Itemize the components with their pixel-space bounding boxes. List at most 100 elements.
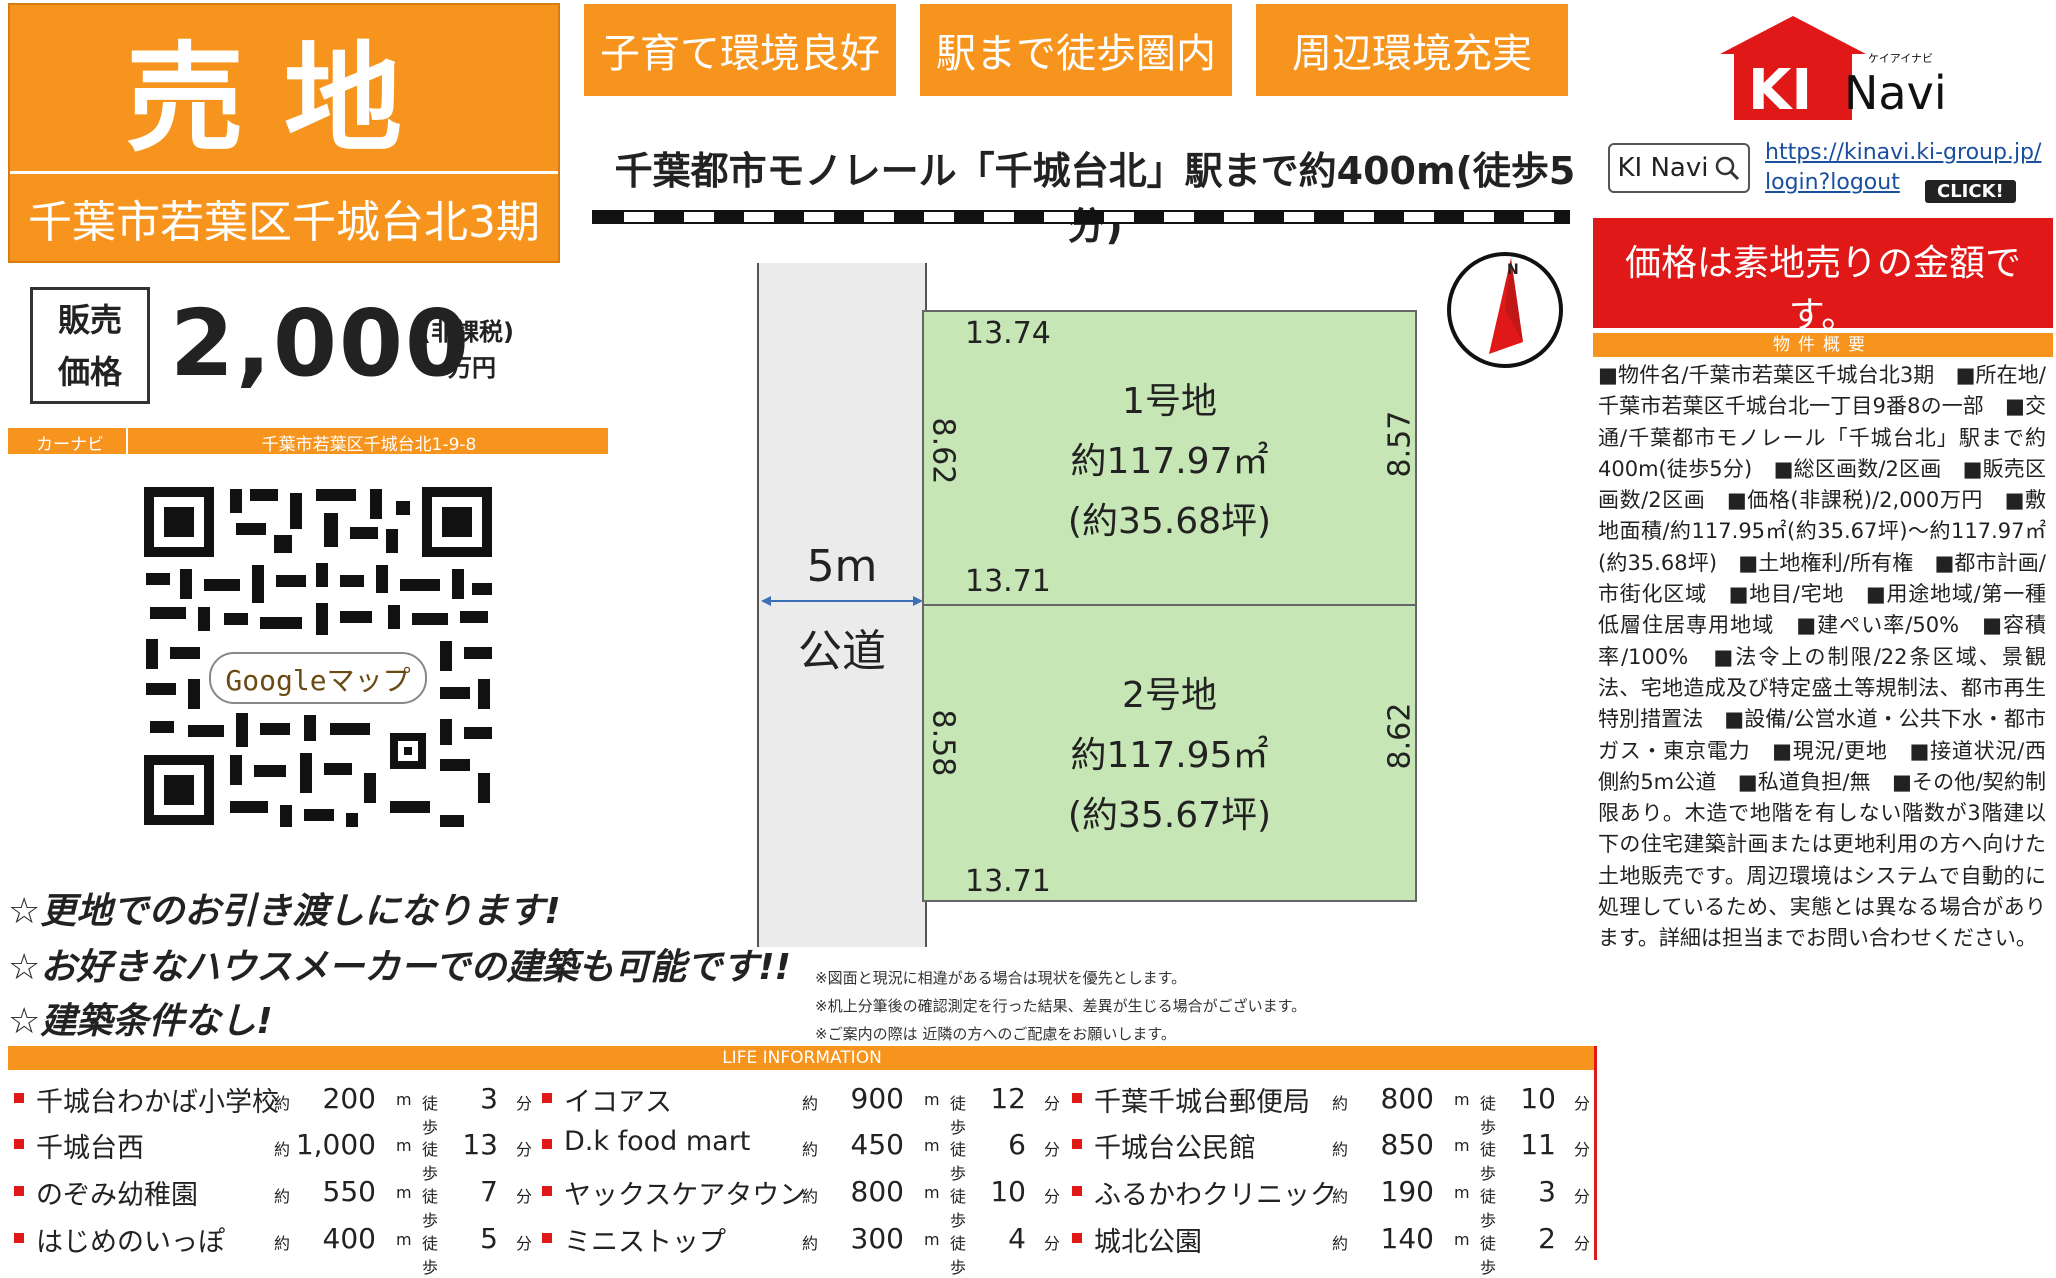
note-no-conditions: ☆建築条件なし!	[8, 1001, 273, 1042]
summary-text: ■物件名/千葉市若葉区千城台北3期 ■所在地/千葉市若葉区千城台北一丁目9番8の…	[1598, 363, 2046, 951]
life-item-distance: 400	[322, 1222, 376, 1255]
carnavi-bar: カーナビ 千葉市若葉区千城台北1-9-8	[8, 428, 608, 455]
disclaimer-3: ※ご案内の際は 近隣の方へのご配慮をお願いします。	[815, 1025, 1176, 1043]
railway-line	[592, 210, 1570, 224]
disclaimer-1: ※図面と現況に相違がある場合は現状を優先とします。	[815, 969, 1187, 987]
google-map-qr-code[interactable]: Googleマップ	[140, 483, 496, 829]
bullet-square-icon	[14, 1093, 24, 1103]
life-item-minute-unit: 分	[1574, 1234, 1591, 1253]
life-item-minutes: 5	[480, 1222, 498, 1255]
plot-1-left-dimension: 8.62	[925, 417, 961, 485]
plot-2-top-dimension: 13.71	[965, 564, 1051, 599]
life-item-walk-label: 徒歩	[1480, 1094, 1497, 1137]
life-item-minute-unit: 分	[1574, 1140, 1591, 1159]
price-label-top: 販売	[57, 300, 122, 339]
life-item-name: 城北公園	[1094, 1227, 1202, 1258]
title-block: 売地 千葉市若葉区千城台北3期	[8, 3, 560, 263]
note-house-maker: ☆お好きなハウスメーカーでの建築も可能です!!	[8, 947, 791, 988]
bullet-square-icon	[1072, 1139, 1082, 1149]
life-information-header: LIFE INFORMATION	[8, 1046, 1596, 1070]
ki-navi-search-button[interactable]: KI Navi	[1608, 143, 1750, 193]
life-item-walk-label: 徒歩	[422, 1094, 439, 1137]
feature-tag-childcare: 子育て環境良好	[584, 4, 896, 96]
life-item-meter-unit: m	[1454, 1230, 1470, 1249]
life-item-approx-label: 約	[802, 1187, 819, 1206]
life-item-minutes: 2	[1538, 1222, 1556, 1255]
life-item-distance: 200	[322, 1082, 376, 1115]
note-vacant-land: ☆更地でのお引き渡しになります!	[8, 891, 561, 932]
login-link-line1: https://kinavi.ki-group.jp/	[1765, 140, 2042, 165]
bullet-square-icon	[542, 1186, 552, 1196]
price-label: 販売 価格	[30, 287, 150, 404]
plot-1: 1号地 約117.97㎡ (約35.68坪)	[922, 310, 1417, 606]
bullet-square-icon	[542, 1233, 552, 1243]
life-item-minutes: 10	[1520, 1082, 1556, 1115]
life-item-walk-label: 徒歩	[950, 1187, 967, 1230]
title-divider	[10, 171, 558, 174]
life-item-approx-label: 約	[802, 1094, 819, 1113]
life-item-walk-label: 徒歩	[950, 1234, 967, 1277]
ki-navi-logo: KI Navi ケイアイナビ	[1718, 14, 1947, 124]
bullet-square-icon	[14, 1233, 24, 1243]
life-item-walk-label: 徒歩	[1480, 1234, 1497, 1277]
bullet-square-icon	[1072, 1186, 1082, 1196]
price-note-main: 価格は素地売りの金額です。	[1624, 243, 2021, 336]
life-item-distance: 900	[850, 1082, 904, 1115]
life-item-distance: 190	[1380, 1175, 1434, 1208]
life-item-distance: 550	[322, 1175, 376, 1208]
life-item-approx-label: 約	[274, 1234, 291, 1253]
life-item-meter-unit: m	[924, 1090, 940, 1109]
search-icon	[1716, 156, 1740, 181]
qr-code-graphic	[140, 483, 496, 829]
life-item-meter-unit: m	[396, 1183, 412, 1202]
life-item-name: 千葉千城台郵便局	[1094, 1087, 1310, 1118]
summary-header: 物件概要	[1593, 333, 2053, 357]
life-item-minutes: 7	[480, 1175, 498, 1208]
life-item-minutes: 6	[1008, 1128, 1026, 1161]
price-unit: 万円	[448, 354, 496, 382]
life-item-name: 千城台わかば小学校	[36, 1087, 279, 1118]
price-note: 価格は素地売りの金額です。 （設備施工・ブロック施工・整地なし）	[1593, 218, 2053, 373]
bullet-square-icon	[14, 1186, 24, 1196]
plot-2-tsubo: (約35.67坪)	[1067, 795, 1272, 836]
plot-2-right-dimension: 8.62	[1382, 702, 1418, 770]
carnavi-address: 千葉市若葉区千城台北1-9-8	[261, 435, 477, 455]
life-item-meter-unit: m	[924, 1230, 940, 1249]
life-item-approx-label: 約	[802, 1234, 819, 1253]
life-item-name: ふるかわクリニック	[1094, 1180, 1337, 1211]
life-item-distance: 140	[1380, 1222, 1434, 1255]
life-item-walk-label: 徒歩	[422, 1234, 439, 1277]
life-item-approx-label: 約	[1332, 1140, 1349, 1159]
life-item-meter-unit: m	[396, 1230, 412, 1249]
life-item-name: はじめのいっぽ	[36, 1227, 225, 1258]
life-item-minute-unit: 分	[516, 1187, 533, 1206]
plot-1-area: 約117.97㎡	[1070, 441, 1269, 482]
life-item-distance: 1,000	[295, 1128, 376, 1161]
plot-2-area: 約117.95㎡	[1070, 735, 1269, 776]
life-item-minutes: 11	[1520, 1128, 1556, 1161]
life-item-name: 千城台西	[36, 1133, 144, 1164]
plot-2-left-dimension: 8.58	[925, 709, 961, 777]
life-item-minute-unit: 分	[516, 1140, 533, 1159]
life-item-walk-label: 徒歩	[950, 1140, 967, 1183]
bullet-square-icon	[542, 1093, 552, 1103]
feature-tag-station: 駅まで徒歩圏内	[920, 4, 1232, 96]
life-item-approx-label: 約	[1332, 1094, 1349, 1113]
life-item-minutes: 10	[990, 1175, 1026, 1208]
life-item-distance: 850	[1380, 1128, 1434, 1161]
life-item-approx-label: 約	[274, 1140, 291, 1159]
life-item-minute-unit: 分	[1044, 1234, 1061, 1253]
road-width-arrow	[761, 596, 923, 606]
carnavi-divider	[126, 428, 128, 454]
life-item-minutes: 12	[990, 1082, 1026, 1115]
bullet-square-icon	[1072, 1093, 1082, 1103]
road-type: 公道	[798, 626, 886, 677]
life-item-meter-unit: m	[924, 1183, 940, 1202]
life-item-distance: 450	[850, 1128, 904, 1161]
life-item-minute-unit: 分	[1574, 1187, 1591, 1206]
logo-ki: KI	[1748, 58, 1813, 123]
bullet-square-icon	[542, 1139, 552, 1149]
plot-2-bottom-dimension: 13.71	[965, 864, 1051, 899]
search-label: KI Navi	[1617, 153, 1709, 183]
click-badge[interactable]: CLICK!	[1925, 180, 2016, 203]
